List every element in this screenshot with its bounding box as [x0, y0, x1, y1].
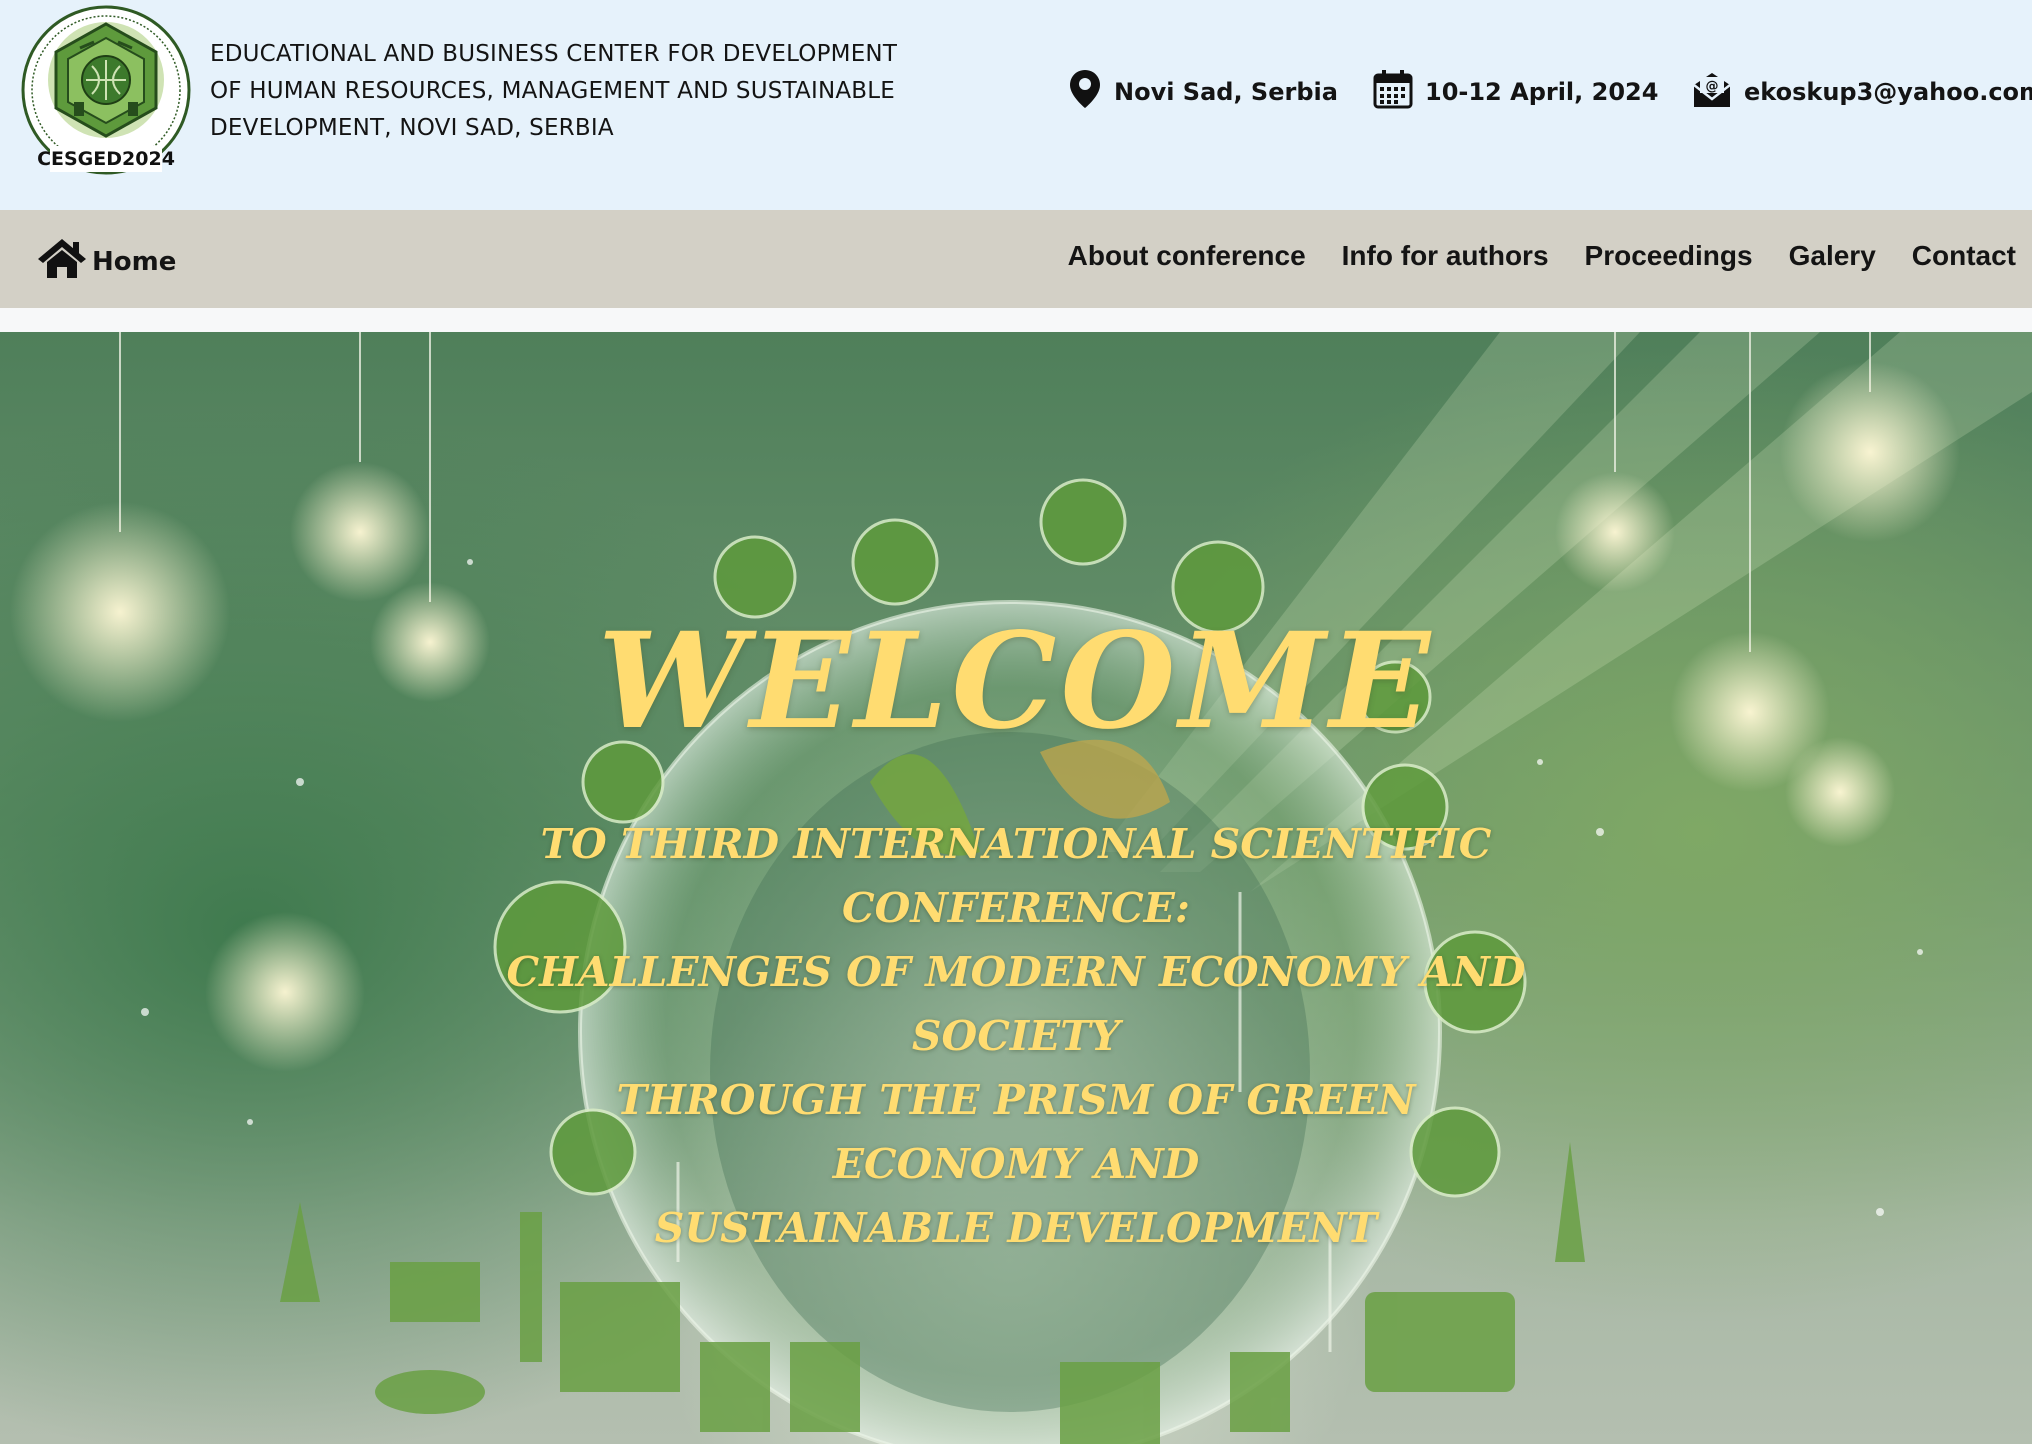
conference-logo[interactable]: CESGED2024 — [20, 4, 192, 184]
hero-subtitle-line: THROUGH THE PRISM OF GREEN — [616, 1076, 1416, 1124]
org-name-line: DEVELOPMENT, NOVI SAD, SERBIA — [210, 115, 614, 141]
svg-text:@: @ — [1706, 79, 1719, 94]
org-name-line: EDUCATIONAL AND BUSINESS CENTER FOR DEVE… — [210, 41, 898, 67]
nav-galery[interactable]: Galery — [1789, 240, 1876, 272]
nav-menu: About conference Info for authors Procee… — [1068, 240, 2016, 272]
map-pin-icon — [1068, 68, 1102, 116]
email-link[interactable]: ekoskup3@yahoo.com — [1744, 78, 2032, 106]
location-info: Novi Sad, Serbia — [1068, 70, 1338, 114]
nav-contact[interactable]: Contact — [1912, 240, 2016, 272]
date-text: 10-12 April, 2024 — [1425, 78, 1659, 106]
logo-text: CESGED2024 — [37, 148, 175, 170]
organization-name: EDUCATIONAL AND BUSINESS CENTER FOR DEVE… — [210, 36, 970, 147]
hero-subtitle: TO THIRD INTERNATIONAL SCIENTIFIC CONFER… — [0, 812, 2032, 1260]
nav-about-conference[interactable]: About conference — [1068, 240, 1306, 272]
hero-subtitle-line: CONFERENCE: — [842, 884, 1190, 932]
hero-subtitle-line: ECONOMY AND — [832, 1140, 1200, 1188]
hero-subtitle-line: SUSTAINABLE DEVELOPMENT — [654, 1204, 1378, 1252]
hero-subtitle-line: CHALLENGES OF MODERN ECONOMY AND — [506, 948, 1526, 996]
location-text: Novi Sad, Serbia — [1114, 78, 1338, 106]
hero-title: WELCOME — [597, 604, 1435, 759]
calendar-icon — [1373, 69, 1413, 115]
nav-info-for-authors[interactable]: Info for authors — [1342, 240, 1549, 272]
date-info: 10-12 April, 2024 — [1373, 70, 1658, 114]
mail-icon: @ — [1692, 69, 1732, 115]
hero-subtitle-line: SOCIETY — [911, 1012, 1121, 1060]
org-name-line: OF HUMAN RESOURCES, MANAGEMENT AND SUSTA… — [210, 78, 896, 104]
home-icon — [36, 236, 88, 287]
hero-subtitle-line: TO THIRD INTERNATIONAL SCIENTIFIC — [540, 820, 1492, 868]
nav-home[interactable]: Home — [36, 236, 176, 287]
email-info[interactable]: @ ekoskup3@yahoo.com — [1692, 70, 2032, 114]
nav-home-label[interactable]: Home — [92, 247, 176, 277]
hero-banner: WELCOME TO THIRD INTERNATIONAL SCIENTIFI… — [0, 332, 2032, 1444]
top-header: CESGED2024 EDUCATIONAL AND BUSINESS CENT… — [0, 0, 2032, 210]
main-navigation: Home About conference Info for authors P… — [0, 210, 2032, 308]
nav-proceedings[interactable]: Proceedings — [1585, 240, 1753, 272]
